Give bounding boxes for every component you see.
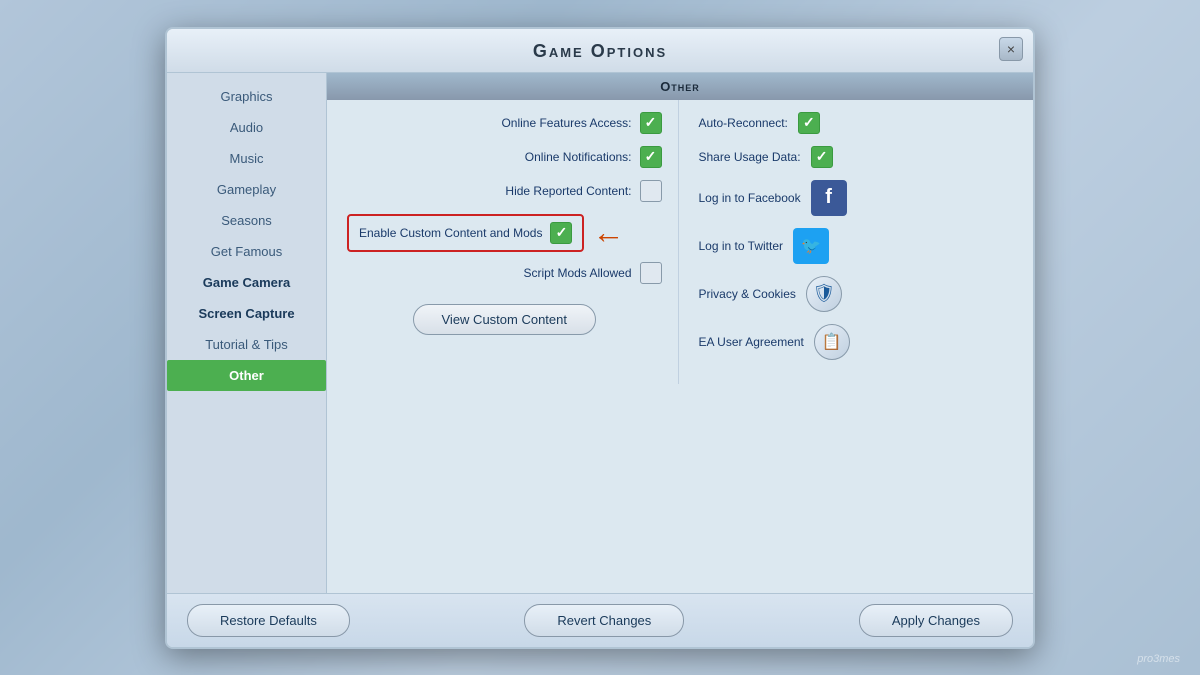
watermark: pro3mes (1137, 653, 1180, 665)
auto-reconnect-label: Auto-Reconnect: (699, 116, 788, 130)
facebook-option: Log in to Facebook f (699, 180, 1014, 216)
right-section: Auto-Reconnect: Share Usage Data: Log in… (679, 100, 1034, 384)
hide-reported-option: Hide Reported Content: (347, 180, 662, 202)
twitter-icon[interactable]: 🐦 (793, 228, 829, 264)
enable-custom-checkbox[interactable] (550, 222, 572, 244)
dialog-title: Game Options (167, 41, 1033, 62)
sidebar-item-get-famous[interactable]: Get Famous (167, 236, 326, 267)
twitter-label: Log in to Twitter (699, 239, 784, 253)
view-custom-content-button[interactable]: View Custom Content (413, 304, 597, 335)
online-notifications-label: Online Notifications: (525, 150, 632, 164)
sidebar-item-tutorial-tips[interactable]: Tutorial & Tips (167, 329, 326, 360)
section-header: Other (327, 73, 1033, 100)
enable-custom-label: Enable Custom Content and Mods (359, 226, 542, 240)
share-usage-option: Share Usage Data: (699, 146, 1014, 168)
sidebar-item-screen-capture[interactable]: Screen Capture (167, 298, 326, 329)
share-usage-checkbox[interactable] (811, 146, 833, 168)
auto-reconnect-checkbox[interactable] (798, 112, 820, 134)
auto-reconnect-option: Auto-Reconnect: (699, 112, 1014, 134)
view-btn-container: View Custom Content (347, 296, 662, 335)
script-mods-label: Script Mods Allowed (523, 266, 631, 280)
arrow-icon: ← (592, 214, 624, 251)
sidebar-item-seasons[interactable]: Seasons (167, 205, 326, 236)
ea-icon[interactable]: 📋 (814, 324, 850, 360)
revert-changes-button[interactable]: Revert Changes (524, 604, 684, 637)
dialog-body: Graphics Audio Music Gameplay Seasons Ge… (167, 73, 1033, 593)
ea-agreement-option: EA User Agreement 📋 (699, 324, 1014, 360)
close-button[interactable]: × (999, 37, 1023, 61)
privacy-option: Privacy & Cookies 🛡 (699, 276, 1014, 312)
options-layout: Online Features Access: Online Notificat… (327, 100, 1033, 384)
left-section: Online Features Access: Online Notificat… (327, 100, 679, 384)
sidebar-item-gameplay[interactable]: Gameplay (167, 174, 326, 205)
online-notifications-checkbox[interactable] (640, 146, 662, 168)
online-features-option: Online Features Access: (347, 112, 662, 134)
privacy-label: Privacy & Cookies (699, 287, 796, 301)
sidebar-item-music[interactable]: Music (167, 143, 326, 174)
ea-agreement-label: EA User Agreement (699, 335, 804, 349)
twitter-option: Log in to Twitter 🐦 (699, 228, 1014, 264)
privacy-icon[interactable]: 🛡 (806, 276, 842, 312)
dialog-footer: Restore Defaults Revert Changes Apply Ch… (167, 593, 1033, 647)
facebook-icon[interactable]: f (811, 180, 847, 216)
facebook-label: Log in to Facebook (699, 191, 801, 205)
restore-defaults-button[interactable]: Restore Defaults (187, 604, 350, 637)
arrow-container: ← (592, 214, 624, 251)
enable-custom-row: Enable Custom Content and Mods ← (347, 214, 662, 252)
script-mods-option: Script Mods Allowed (347, 262, 662, 284)
script-mods-checkbox[interactable] (640, 262, 662, 284)
apply-changes-button[interactable]: Apply Changes (859, 604, 1013, 637)
sidebar-item-game-camera[interactable]: Game Camera (167, 267, 326, 298)
game-options-dialog: Game Options × Graphics Audio Music Game… (165, 27, 1035, 649)
sidebar-item-audio[interactable]: Audio (167, 112, 326, 143)
hide-reported-checkbox[interactable] (640, 180, 662, 202)
enable-custom-wrapper: Enable Custom Content and Mods ← (347, 214, 662, 252)
share-usage-label: Share Usage Data: (699, 150, 801, 164)
hide-reported-label: Hide Reported Content: (505, 184, 631, 198)
main-content: Other Online Features Access: Online Not… (327, 73, 1033, 593)
online-notifications-option: Online Notifications: (347, 146, 662, 168)
enable-custom-highlight: Enable Custom Content and Mods (347, 214, 584, 252)
online-features-checkbox[interactable] (640, 112, 662, 134)
online-features-label: Online Features Access: (501, 116, 631, 130)
sidebar-item-graphics[interactable]: Graphics (167, 81, 326, 112)
sidebar-item-other[interactable]: Other (167, 360, 326, 391)
sidebar: Graphics Audio Music Gameplay Seasons Ge… (167, 73, 327, 593)
dialog-title-bar: Game Options × (167, 29, 1033, 73)
